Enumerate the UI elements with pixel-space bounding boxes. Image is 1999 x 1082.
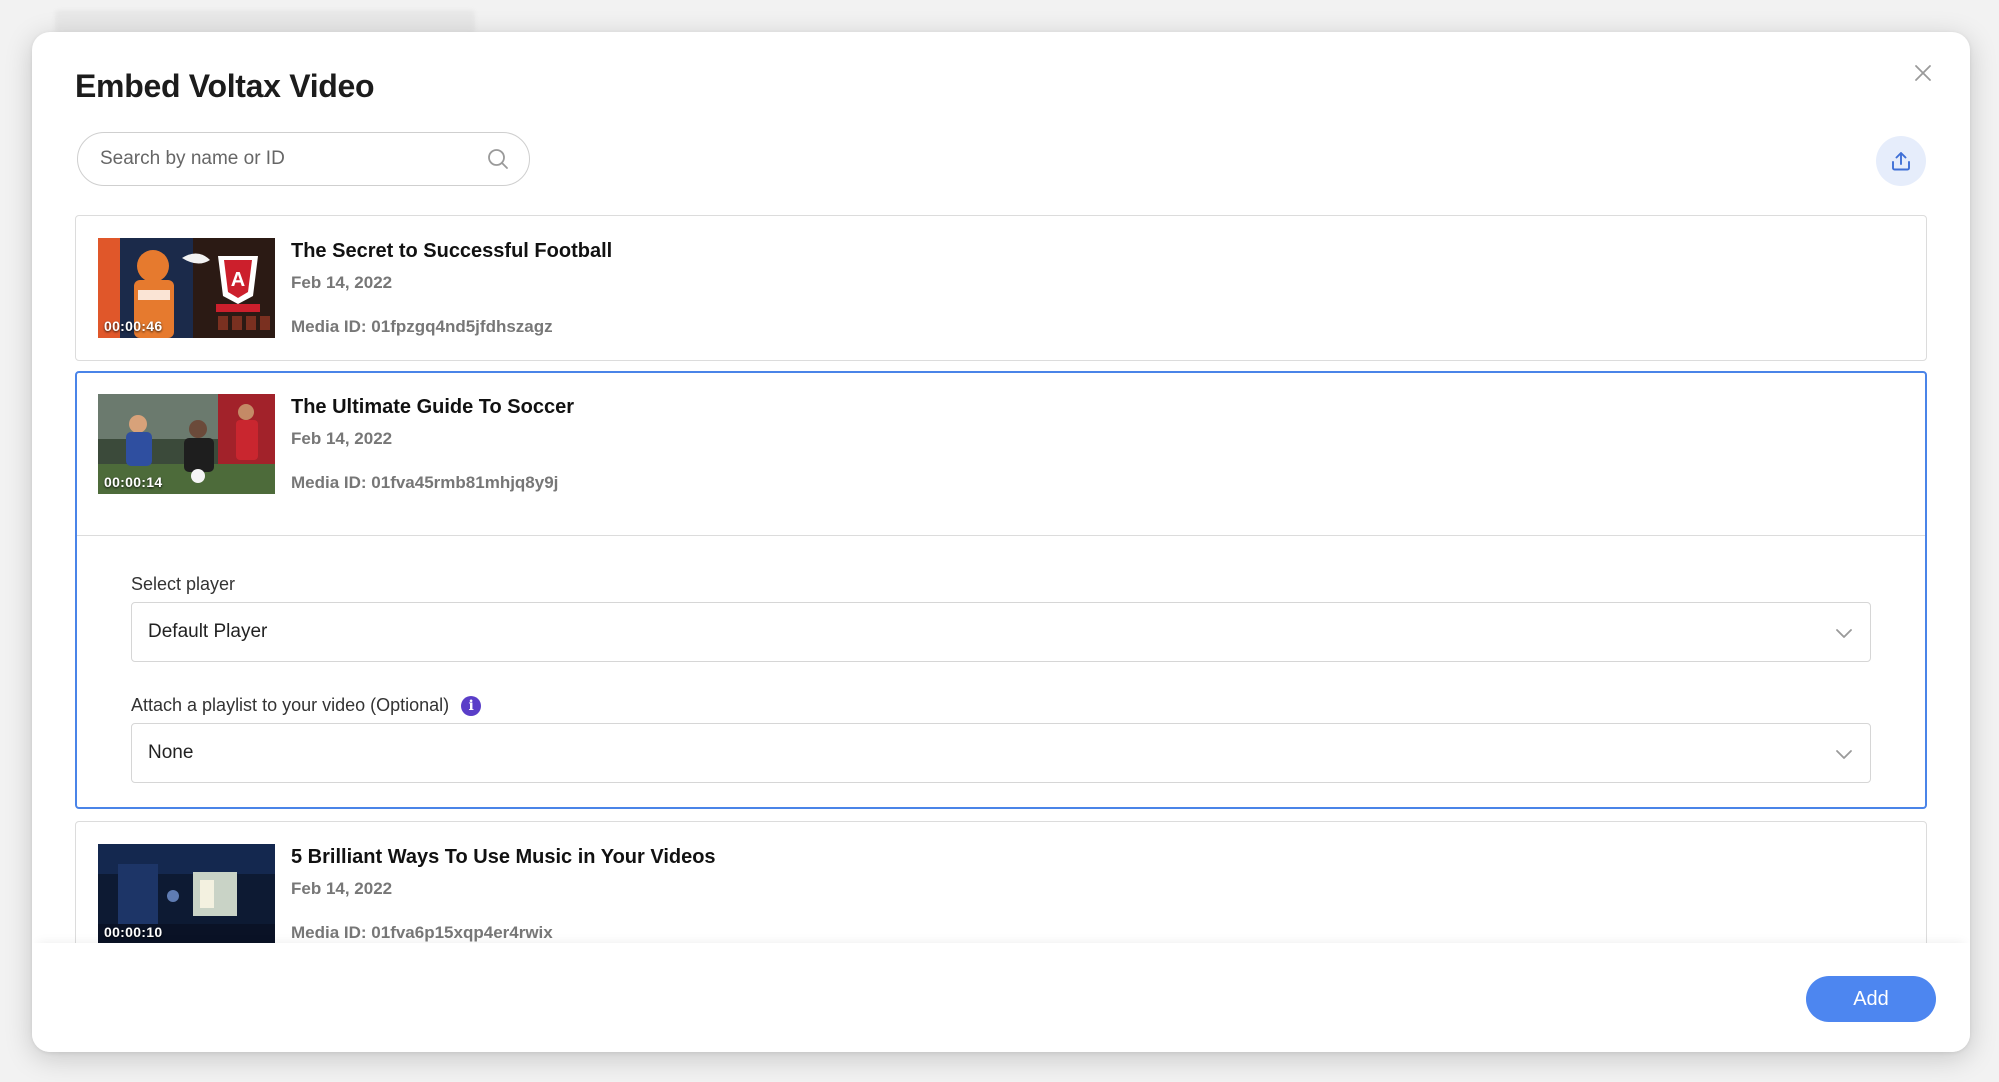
video-date: Feb 14, 2022 bbox=[291, 429, 393, 448]
video-thumbnail[interactable]: A 00:00:46 bbox=[98, 238, 275, 338]
background-page-title bbox=[55, 10, 475, 34]
player-select-value: Default Player bbox=[148, 621, 268, 642]
close-icon bbox=[1915, 65, 1931, 81]
video-card[interactable]: A 00:00:46 The Secret to Successful Foot… bbox=[75, 215, 1927, 361]
video-card-selected[interactable]: 00:00:14 The Ultimate Guide To Soccer Fe… bbox=[75, 371, 1927, 809]
video-thumbnail[interactable]: 00:00:14 bbox=[98, 394, 275, 494]
add-button[interactable]: Add bbox=[1806, 976, 1936, 1022]
upload-button[interactable] bbox=[1876, 136, 1926, 186]
modal-title: Embed Voltax Video bbox=[75, 68, 375, 104]
embed-options: Select player Default Player Attach a pl… bbox=[77, 536, 1925, 806]
search-icon[interactable] bbox=[487, 148, 509, 170]
video-title[interactable]: 5 Brilliant Ways To Use Music in Your Vi… bbox=[291, 846, 716, 869]
select-player-label-text: Select player bbox=[131, 574, 236, 594]
video-media-id: Media ID: 01fva45rmb81mhjq8y9j bbox=[291, 473, 559, 492]
video-list[interactable]: A 00:00:46 The Secret to Successful Foot… bbox=[75, 215, 1927, 943]
video-card[interactable]: 00:00:10 5 Brilliant Ways To Use Music i… bbox=[75, 821, 1927, 943]
video-duration: 00:00:46 bbox=[104, 318, 163, 334]
video-media-id: Media ID: 01fva6p15xqp4er4rwix bbox=[291, 923, 553, 942]
chevron-down-icon bbox=[1836, 629, 1852, 638]
video-media-id: Media ID: 01fpzgq4nd5jfdhszagz bbox=[291, 317, 553, 336]
svg-text:A: A bbox=[231, 269, 245, 291]
info-icon[interactable]: i bbox=[461, 695, 482, 716]
playlist-select-value: None bbox=[148, 742, 194, 763]
video-duration: 00:00:10 bbox=[104, 924, 163, 940]
select-player-label: Select player bbox=[131, 574, 235, 595]
modal-footer: Add bbox=[32, 943, 1970, 1052]
playlist-label: Attach a playlist to your video (Optiona… bbox=[131, 695, 482, 716]
search-box bbox=[77, 132, 530, 186]
video-date: Feb 14, 2022 bbox=[291, 879, 393, 898]
video-title[interactable]: The Secret to Successful Football bbox=[291, 240, 612, 263]
chevron-down-icon bbox=[1836, 750, 1852, 759]
embed-video-modal: Embed Voltax Video Search by name or ID … bbox=[32, 32, 1970, 1052]
close-button[interactable] bbox=[1906, 56, 1940, 90]
upload-icon bbox=[1892, 152, 1910, 171]
video-date: Feb 14, 2022 bbox=[291, 273, 393, 292]
video-duration: 00:00:14 bbox=[104, 474, 163, 490]
playlist-label-text: Attach a playlist to your video (Optiona… bbox=[131, 695, 450, 715]
video-thumbnail[interactable]: 00:00:10 bbox=[98, 844, 275, 943]
playlist-select[interactable]: None bbox=[131, 723, 1871, 783]
search-input[interactable] bbox=[100, 148, 487, 170]
video-title[interactable]: The Ultimate Guide To Soccer bbox=[291, 396, 574, 419]
player-select[interactable]: Default Player bbox=[131, 602, 1871, 662]
